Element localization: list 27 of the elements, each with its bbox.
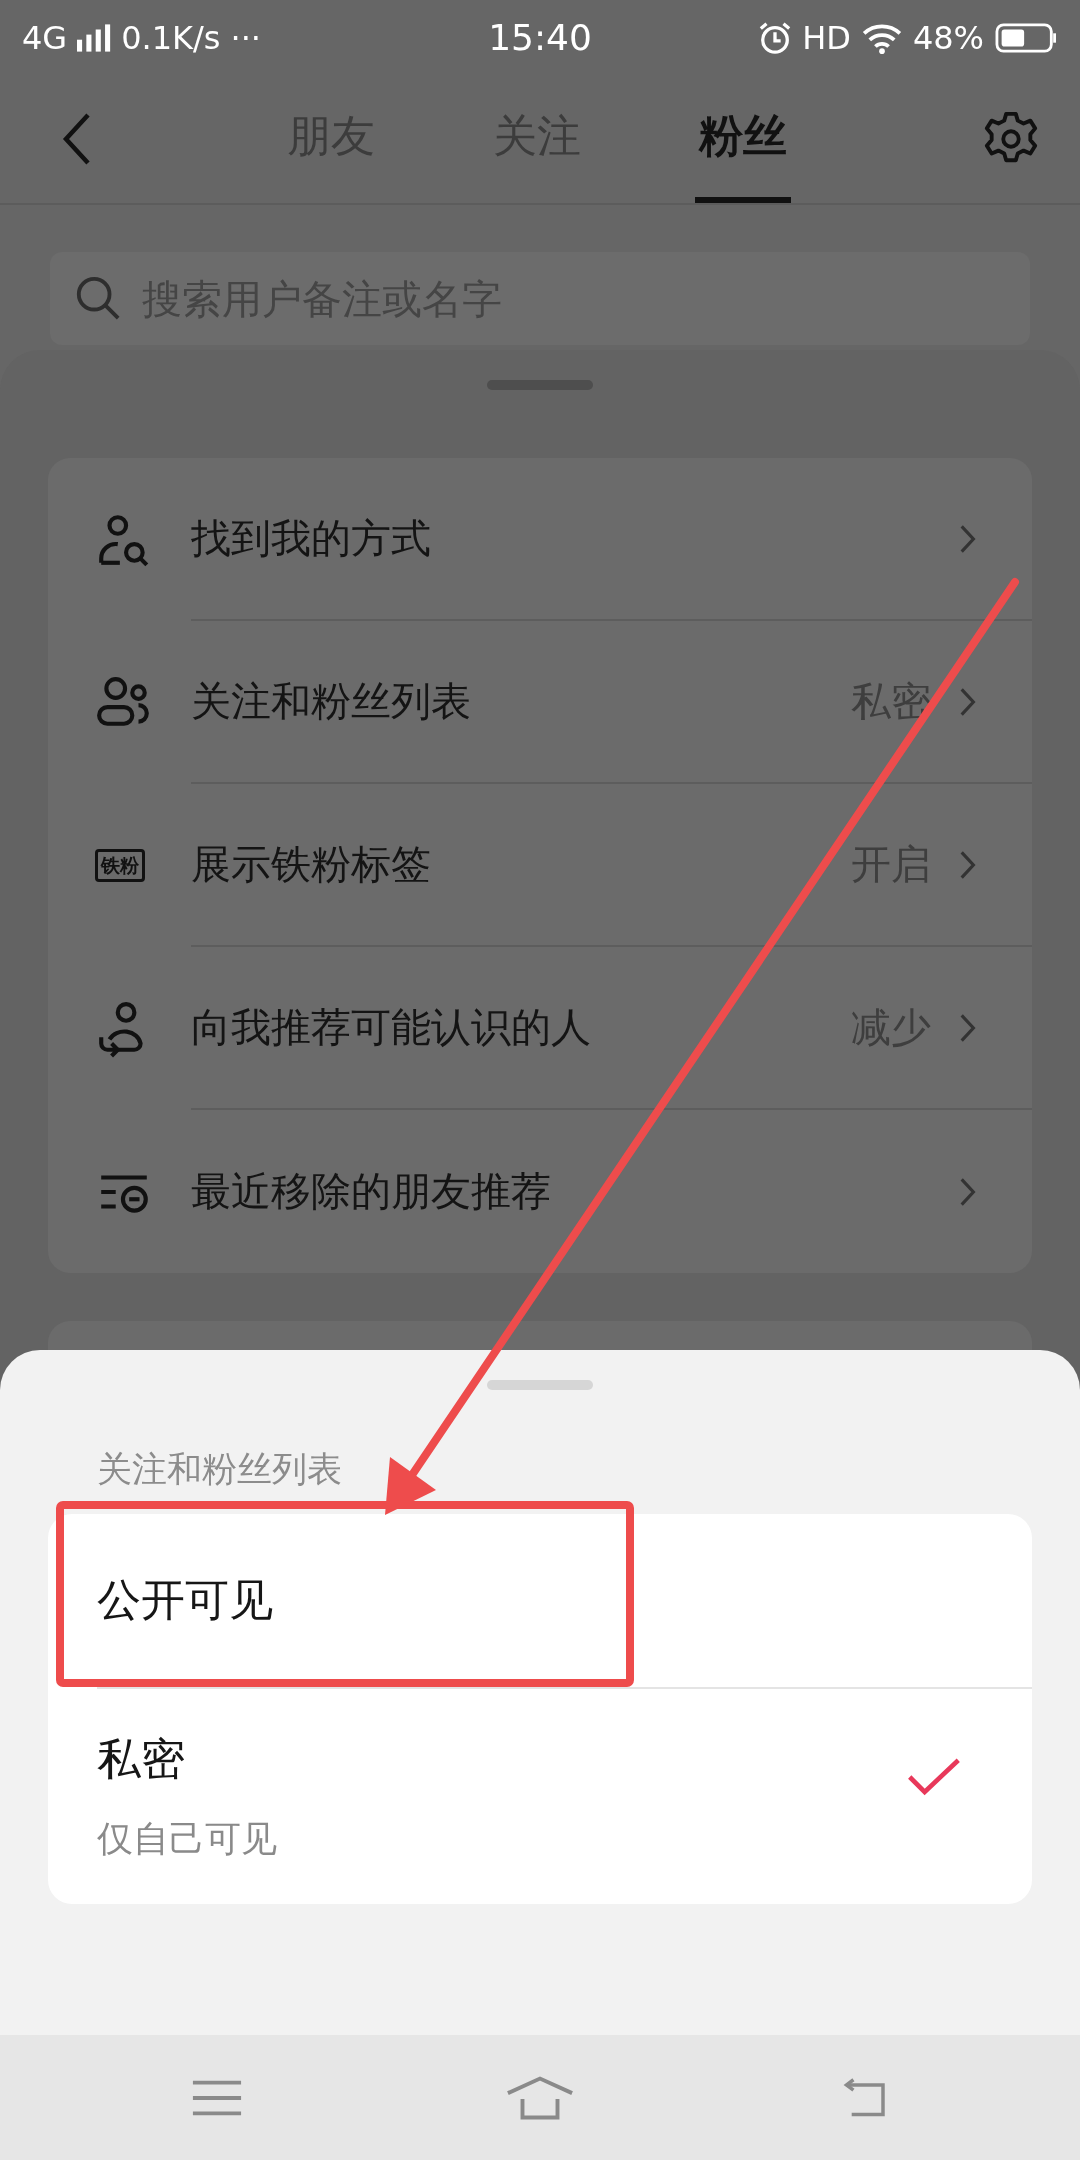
battery-percent: 48%: [912, 18, 984, 57]
settings-row[interactable]: 找到我的方式: [48, 458, 1032, 621]
option-title: 私密: [97, 1731, 186, 1786]
setting-label: 向我推荐可能认识的人: [191, 1003, 592, 1052]
option-title: 公开可见: [97, 1573, 274, 1627]
option-item[interactable]: 公开可见: [48, 1514, 1032, 1687]
wifi-icon: [860, 21, 903, 54]
back-icon[interactable]: [62, 111, 92, 167]
network-speed: 0.1K/s: [121, 18, 221, 57]
network-type: 4G: [22, 18, 68, 57]
setting-label: 最近移除的朋友推荐: [191, 1167, 552, 1216]
settings-row[interactable]: 最近移除的朋友推荐: [48, 1110, 1032, 1273]
alarm-icon: [758, 20, 793, 55]
tab[interactable]: 粉丝: [695, 75, 791, 203]
setting-label: 找到我的方式: [191, 514, 432, 563]
signal-icon: [77, 23, 112, 52]
setting-label: 关注和粉丝列表: [191, 677, 472, 726]
hd-label: HD: [802, 18, 851, 57]
setting-label: 展示铁粉标签: [191, 840, 432, 889]
home-icon[interactable]: [505, 2074, 575, 2121]
sheet-title: 关注和粉丝列表: [96, 1448, 343, 1490]
clock-time: 15:40: [488, 17, 592, 58]
badge-icon: 铁粉: [95, 849, 145, 882]
option-subtitle: 仅自己可见: [97, 1816, 278, 1861]
option-item[interactable]: 私密 仅自己可见: [97, 1687, 1032, 1904]
battery-icon: [994, 22, 1058, 53]
more-dots: ···: [230, 18, 261, 57]
